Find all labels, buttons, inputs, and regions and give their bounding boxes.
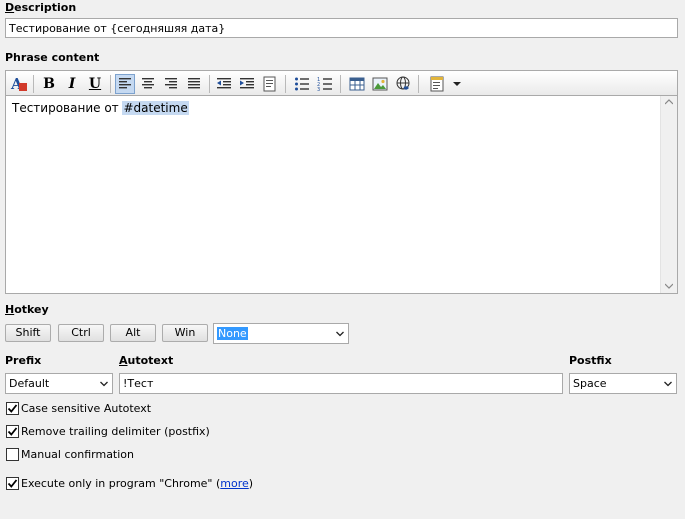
prefix-label: Prefix: [5, 354, 42, 367]
case-sensitive-checkbox[interactable]: [6, 402, 19, 415]
prefix-value: Default: [9, 377, 50, 390]
formatting-toolbar: A B I U 123: [5, 70, 678, 96]
insert-macro-button[interactable]: [427, 74, 447, 94]
increase-indent-icon: [240, 78, 254, 89]
more-link[interactable]: more: [220, 477, 249, 490]
manual-confirmation-label[interactable]: Manual confirmation: [21, 448, 134, 461]
postfix-value: Space: [573, 377, 607, 390]
remove-trailing-label[interactable]: Remove trailing delimiter (postfix): [21, 425, 210, 438]
bold-icon: B: [43, 76, 55, 92]
autotext-label: Autotext: [119, 354, 174, 367]
autotext-value: !Тест: [123, 377, 154, 390]
numbered-list-button[interactable]: 123: [315, 74, 335, 94]
chevron-down-icon: [664, 381, 672, 387]
execute-only-label[interactable]: Execute only in program "Chrome" (more): [21, 477, 253, 490]
bulleted-list-button[interactable]: [292, 74, 312, 94]
case-sensitive-label[interactable]: Case sensitive Autotext: [21, 402, 151, 415]
align-right-button[interactable]: [161, 74, 181, 94]
win-button[interactable]: Win: [162, 324, 208, 342]
postfix-select[interactable]: Space: [569, 373, 677, 394]
underline-button[interactable]: U: [85, 74, 105, 94]
bulleted-list-icon: [295, 77, 309, 91]
ctrl-button[interactable]: Ctrl: [58, 324, 104, 342]
align-center-button[interactable]: [138, 74, 158, 94]
align-justify-button[interactable]: [184, 74, 204, 94]
font-color-button[interactable]: A: [9, 74, 29, 94]
font-color-icon: A: [10, 75, 27, 93]
italic-icon: I: [68, 76, 76, 92]
toolbar-separator: [418, 75, 419, 93]
toolbar-separator: [209, 75, 210, 93]
checkmark-icon: [7, 427, 18, 436]
paragraph-format-button[interactable]: [260, 74, 280, 94]
shift-button[interactable]: Shift: [5, 324, 51, 342]
description-label: Description: [5, 1, 77, 14]
toolbar-separator: [110, 75, 111, 93]
checkmark-icon: [7, 404, 18, 413]
description-input[interactable]: Тестирование от {сегодняшяя дата}: [5, 18, 678, 38]
checkmark-icon: [7, 479, 18, 488]
toolbar-separator: [33, 75, 34, 93]
macro-icon: [430, 76, 444, 92]
insert-table-button[interactable]: [347, 74, 367, 94]
postfix-label: Postfix: [569, 354, 612, 367]
toolbar-separator: [285, 75, 286, 93]
editor-scrollbar[interactable]: [660, 96, 677, 293]
chevron-down-icon: [100, 381, 108, 387]
align-left-icon: [119, 78, 131, 89]
toolbar-separator: [340, 75, 341, 93]
phrase-content-label: Phrase content: [5, 51, 100, 64]
execute-only-suffix: ): [248, 477, 254, 490]
prefix-select[interactable]: Default: [5, 373, 113, 394]
globe-link-icon: [396, 76, 410, 90]
manual-confirmation-checkbox[interactable]: [6, 448, 19, 461]
chevron-down-icon: [336, 331, 344, 337]
italic-button[interactable]: I: [62, 74, 82, 94]
execute-only-checkbox[interactable]: [6, 477, 19, 490]
image-icon: [372, 77, 388, 91]
insert-link-button[interactable]: [393, 74, 413, 94]
remove-trailing-checkbox[interactable]: [6, 425, 19, 438]
numbered-list-icon: 123: [317, 77, 332, 92]
decrease-indent-icon: [217, 78, 231, 89]
hotkey-key-select[interactable]: None: [213, 323, 349, 344]
phrase-text: Тестирование от: [12, 101, 123, 115]
align-left-button[interactable]: [115, 74, 135, 94]
align-justify-icon: [188, 78, 200, 89]
phrase-content-text: Тестирование от #datetime: [12, 101, 189, 115]
description-value: Тестирование от {сегодняшяя дата}: [9, 22, 226, 35]
svg-text:3: 3: [317, 87, 320, 92]
macro-dropdown-button[interactable]: [450, 74, 464, 94]
autotext-input[interactable]: !Тест: [119, 373, 563, 394]
insert-image-button[interactable]: [370, 74, 390, 94]
datetime-macro[interactable]: #datetime: [122, 101, 189, 115]
alt-button[interactable]: Alt: [110, 324, 156, 342]
paragraph-format-icon: [263, 76, 276, 92]
phrase-editor[interactable]: Тестирование от #datetime: [5, 95, 678, 294]
bold-button[interactable]: B: [39, 74, 59, 94]
hotkey-label: Hotkey: [5, 303, 49, 316]
execute-only-text: Execute only in program "Chrome" (: [21, 477, 221, 490]
scroll-down-icon: [665, 283, 673, 289]
scroll-up-icon: [665, 99, 673, 105]
hotkey-key-value: None: [217, 327, 248, 340]
table-icon: [349, 77, 365, 91]
decrease-indent-button[interactable]: [214, 74, 234, 94]
increase-indent-button[interactable]: [237, 74, 257, 94]
align-center-icon: [142, 78, 154, 89]
align-right-icon: [165, 78, 177, 89]
underline-icon: U: [88, 76, 102, 92]
chevron-down-icon: [453, 82, 461, 86]
